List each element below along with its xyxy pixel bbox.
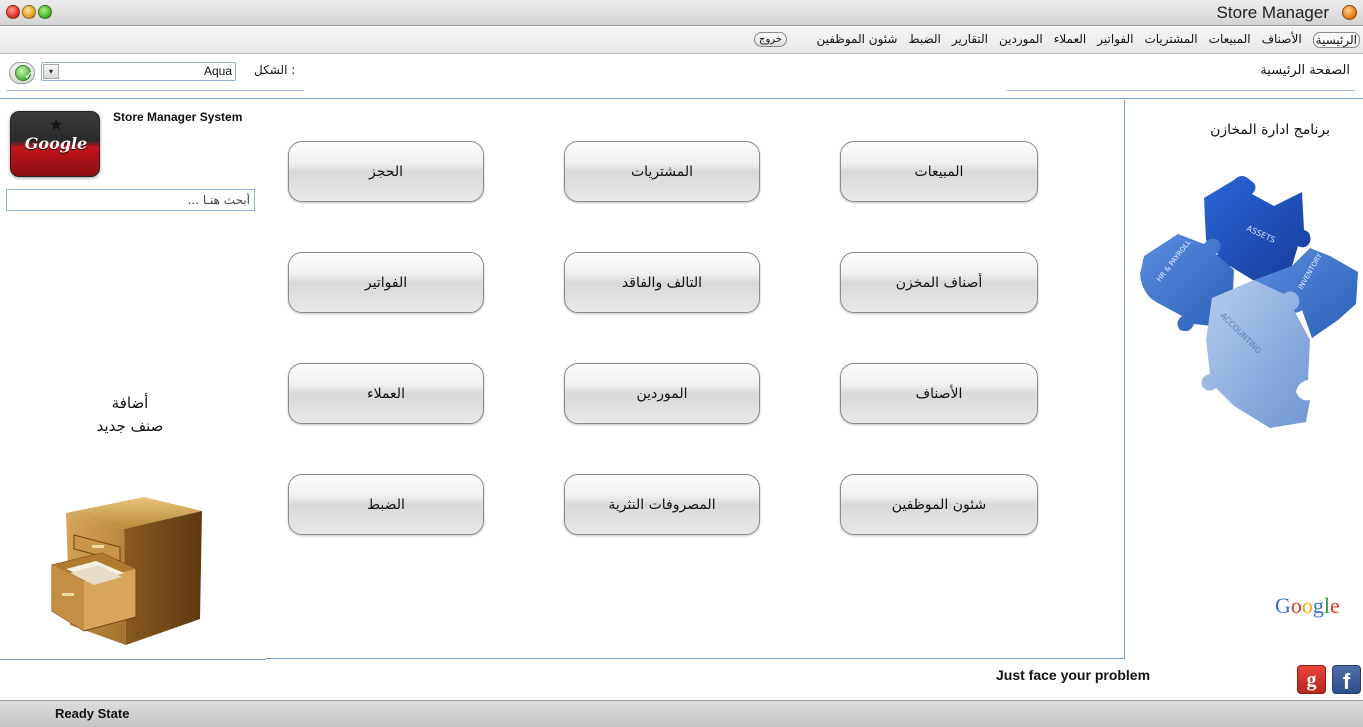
theme-select[interactable]: ▾ Aqua <box>41 62 236 81</box>
minimize-window-button[interactable] <box>22 5 36 19</box>
menu-item-employees[interactable]: شئون الموظفين <box>816 32 897 48</box>
right-panel-divider <box>1124 100 1125 659</box>
menu-item-suppliers[interactable]: الموردين <box>999 32 1043 48</box>
menu-item-purchases[interactable]: المشتريات <box>1144 32 1197 48</box>
google-plus-icon[interactable]: g <box>1297 665 1326 694</box>
app-logo-text: Google <box>24 134 88 153</box>
close-window-button[interactable] <box>6 5 20 19</box>
system-title: Store Manager System <box>113 110 243 124</box>
menu-item-reports[interactable]: التقارير <box>952 32 988 48</box>
menu-bar: الرئيسية الأصناف المبيعات المشتريات الفو… <box>0 27 1363 54</box>
footer-divider <box>0 659 266 660</box>
search-input[interactable] <box>6 189 255 211</box>
window-title: Store Manager <box>1216 3 1329 22</box>
sales-button[interactable]: المبيعات <box>840 141 1038 202</box>
categories-button[interactable]: الأصناف <box>840 363 1038 424</box>
invoices-button[interactable]: الفواتير <box>288 252 484 313</box>
google-logo: Google <box>1275 593 1340 618</box>
zoom-window-button[interactable] <box>38 5 52 19</box>
page-title-divider <box>1007 90 1355 91</box>
chevron-down-icon[interactable]: ▾ <box>43 64 59 79</box>
menu-item-settings[interactable]: الضبط <box>908 32 940 48</box>
file-cabinet-icon[interactable] <box>44 493 209 648</box>
app-badge-icon <box>1342 5 1357 20</box>
theme-divider <box>6 90 304 91</box>
status-text: Ready State <box>55 706 130 721</box>
content-bottom-divider <box>266 658 1125 659</box>
page-title: الصفحة الرئيسية <box>1260 63 1350 78</box>
title-bar: Store Manager <box>0 0 1363 26</box>
apply-check-icon[interactable]: ✓ <box>9 62 35 84</box>
menu-item-home[interactable]: الرئيسية <box>1312 32 1360 48</box>
tagline: Just face your problem <box>996 667 1151 683</box>
add-label-line1: أضافة <box>111 394 149 412</box>
add-new-item-label[interactable]: أضافة صنف جديد <box>60 392 200 438</box>
facebook-icon[interactable]: f <box>1332 665 1361 694</box>
theme-value: Aqua <box>203 64 232 78</box>
suppliers-button[interactable]: الموردين <box>564 363 760 424</box>
exit-button[interactable]: خروج <box>754 32 787 47</box>
right-panel-title: برنامج ادارة المخازن <box>1210 122 1330 138</box>
menu-item-categories[interactable]: الأصناف <box>1262 32 1302 48</box>
menu-items: الرئيسية الأصناف المبيعات المشتريات الفو… <box>816 32 1360 48</box>
purchases-button[interactable]: المشتريات <box>564 141 760 202</box>
star-icon: ★ <box>49 115 64 134</box>
customers-button[interactable]: العملاء <box>288 363 484 424</box>
app-logo: ★ Google <box>10 111 100 177</box>
puzzle-modules-icon: ASSETS HR & PAYROLL INVENTORY ACCOUNTING <box>1140 176 1358 428</box>
menu-item-invoices[interactable]: الفواتير <box>1097 32 1133 48</box>
store-items-button[interactable]: أصناف المخزن <box>840 252 1038 313</box>
settings-button[interactable]: الضبط <box>288 474 484 535</box>
damaged-lost-button[interactable]: التالف والفاقد <box>564 252 760 313</box>
menu-item-customers[interactable]: العملاء <box>1054 32 1087 48</box>
app-window: Store Manager الرئيسية الأصناف المبيعات … <box>0 0 1363 727</box>
expenses-button[interactable]: المصروفات النثرية <box>564 474 760 535</box>
booking-button[interactable]: الحجز <box>288 141 484 202</box>
theme-label: الشكل : <box>254 63 296 77</box>
menu-item-sales[interactable]: المبيعات <box>1209 32 1251 48</box>
left-panel: ★ Google Store Manager System أضافة صنف … <box>0 100 266 659</box>
status-bar: Ready State <box>0 700 1363 727</box>
employees-button[interactable]: شئون الموظفين <box>840 474 1038 535</box>
add-label-line2: صنف جديد <box>96 417 164 435</box>
